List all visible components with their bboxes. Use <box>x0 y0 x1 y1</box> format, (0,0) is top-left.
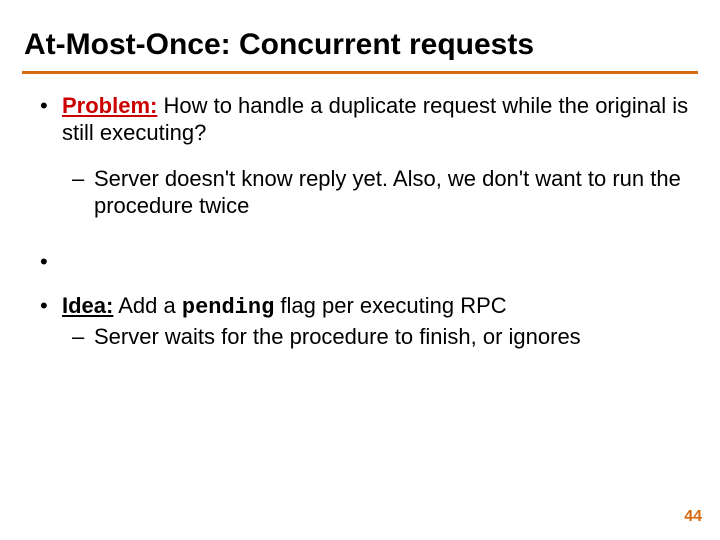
slide-title: At-Most-Once: Concurrent requests <box>24 28 690 63</box>
idea-label: Idea: <box>62 293 113 318</box>
idea-sub-bullet: Server waits for the procedure to finish… <box>72 323 690 351</box>
bullet-idea: Idea: Add a pending flag per executing R… <box>40 292 690 351</box>
spacer <box>40 248 690 274</box>
problem-sublist: Server doesn't know reply yet. Also, we … <box>62 165 690 220</box>
slide: At-Most-Once: Concurrent requests Proble… <box>0 0 720 540</box>
problem-sub-bullet: Server doesn't know reply yet. Also, we … <box>72 165 690 220</box>
idea-sublist: Server waits for the procedure to finish… <box>62 323 690 351</box>
slide-content: Problem: How to handle a duplicate reque… <box>30 92 690 351</box>
bullet-problem: Problem: How to handle a duplicate reque… <box>40 92 690 220</box>
page-number: 44 <box>684 508 702 526</box>
problem-label: Problem: <box>62 93 157 118</box>
idea-code: pending <box>182 295 274 320</box>
title-underline <box>22 71 698 74</box>
idea-text-before: Add a <box>113 293 182 318</box>
bullet-list: Problem: How to handle a duplicate reque… <box>30 92 690 351</box>
idea-text-after: flag per executing RPC <box>274 293 506 318</box>
